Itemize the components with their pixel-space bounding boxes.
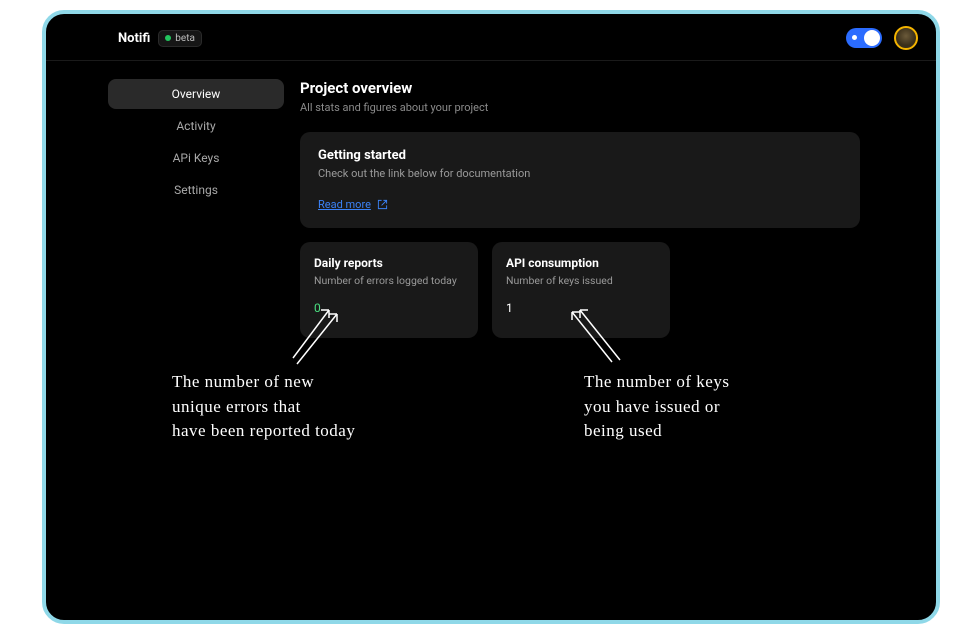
- theme-toggle[interactable]: [846, 28, 882, 48]
- annotation-text-left: The number of new unique errors that hav…: [172, 370, 355, 444]
- app-frame: Notifi beta Overview Activity APi Keys: [42, 10, 940, 624]
- sidebar: Overview Activity APi Keys Settings: [108, 79, 284, 338]
- brand-name: Notifi: [118, 31, 150, 46]
- stat-title: Daily reports: [314, 256, 464, 270]
- beta-dot-icon: [165, 35, 171, 41]
- api-consumption-card: API consumption Number of keys issued 1: [492, 242, 670, 338]
- page-title: Project overview: [300, 79, 918, 97]
- topbar: Notifi beta: [46, 14, 936, 61]
- stat-subtitle: Number of keys issued: [506, 274, 656, 287]
- sidebar-item-overview[interactable]: Overview: [108, 79, 284, 109]
- sidebar-item-label: Overview: [172, 87, 221, 101]
- topbar-right: [846, 26, 918, 50]
- daily-reports-card: Daily reports Number of errors logged to…: [300, 242, 478, 338]
- stat-title: API consumption: [506, 256, 656, 270]
- stat-value: 0: [314, 301, 464, 315]
- read-more-link[interactable]: Read more: [318, 198, 388, 211]
- sidebar-item-label: APi Keys: [173, 151, 220, 165]
- page-subtitle: All stats and figures about your project: [300, 101, 918, 114]
- toggle-knob: [864, 30, 880, 46]
- sidebar-item-label: Settings: [174, 183, 218, 197]
- avatar[interactable]: [894, 26, 918, 50]
- beta-badge-label: beta: [175, 33, 195, 44]
- stats-row: Daily reports Number of errors logged to…: [300, 242, 918, 338]
- sidebar-item-activity[interactable]: Activity: [108, 111, 284, 141]
- getting-started-title: Getting started: [318, 148, 842, 163]
- getting-started-subtitle: Check out the link below for documentati…: [318, 167, 842, 180]
- toggle-indicator-icon: [852, 35, 857, 40]
- sidebar-item-api-keys[interactable]: APi Keys: [108, 143, 284, 173]
- sidebar-item-settings[interactable]: Settings: [108, 175, 284, 205]
- content: Overview Activity APi Keys Settings Proj…: [46, 61, 936, 356]
- main: Project overview All stats and figures a…: [300, 79, 918, 338]
- annotation-text-right: The number of keys you have issued or be…: [584, 370, 729, 444]
- getting-started-card: Getting started Check out the link below…: [300, 132, 860, 228]
- stat-value: 1: [506, 301, 656, 315]
- sidebar-item-label: Activity: [176, 119, 215, 133]
- brand: Notifi beta: [118, 30, 202, 47]
- beta-badge: beta: [158, 30, 202, 47]
- stat-subtitle: Number of errors logged today: [314, 274, 464, 287]
- read-more-label: Read more: [318, 198, 371, 211]
- external-link-icon: [377, 199, 388, 210]
- page-header: Project overview All stats and figures a…: [300, 79, 918, 114]
